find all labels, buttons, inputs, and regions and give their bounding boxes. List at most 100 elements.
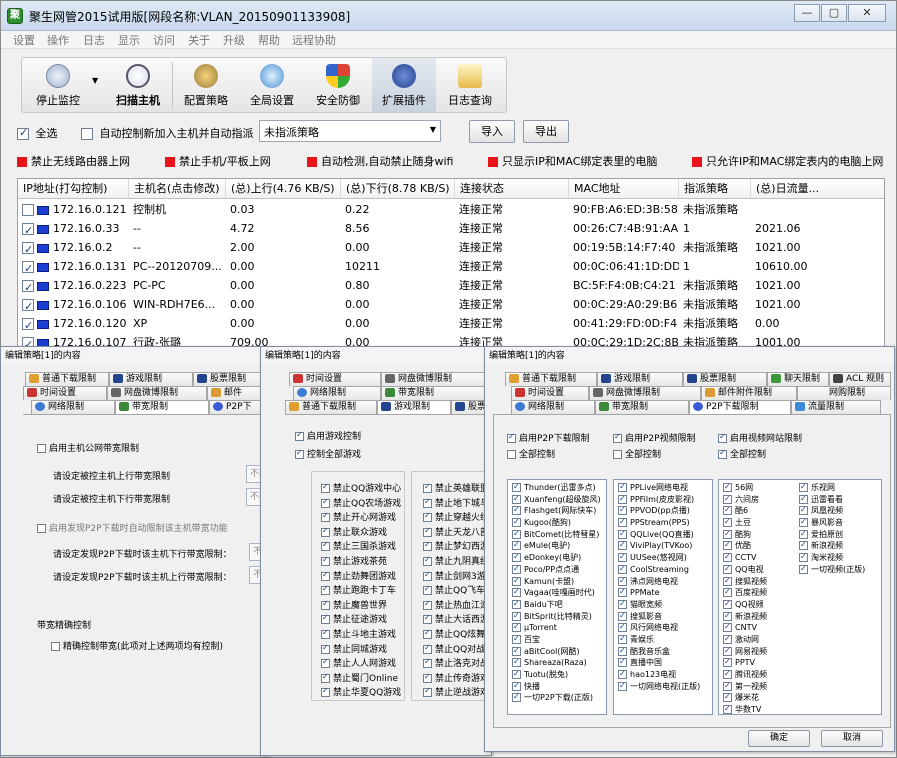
tab-bandwidth[interactable]: 带宽限制 [595, 400, 689, 414]
tab-netdisk[interactable]: 网盘微博限制 [381, 372, 491, 386]
p2p-video-item[interactable]: 猫眼宽频 [614, 599, 712, 611]
col-download[interactable]: (总)下行(8.78 KB/S) [341, 179, 455, 199]
row-checkbox[interactable] [22, 221, 34, 238]
enable-p2p-checkbox[interactable]: 启用P2P下载限制 [507, 431, 590, 444]
p2p-item[interactable]: eDonkey(电驴) [508, 552, 606, 564]
table-row[interactable]: 172.16.0.131 PC--20120709... 0.00 10211 连接正常… [18, 257, 884, 276]
policy-select[interactable]: 未指派策略 ▼ [259, 120, 441, 142]
dropdown-arrow-icon[interactable]: ▼ [92, 76, 98, 85]
game-checkbox[interactable]: 禁止天龙八部 [423, 525, 489, 538]
p2p-video-item[interactable]: PPLive网络电视 [614, 482, 712, 494]
video-site-listbox[interactable]: 56网六间房酷6土豆酷狗优酷CCTVQQ电视搜狐视频百度视频QQ视频新浪视频CN… [718, 479, 882, 715]
menu-access[interactable]: 访问 [153, 32, 175, 48]
global-settings-button[interactable]: 全局设置 [240, 58, 304, 112]
maximize-button[interactable]: ▢ [821, 4, 847, 22]
video-site-item[interactable]: 第一视频 [719, 681, 795, 693]
tab-p2p[interactable]: P2P下载限制 [689, 400, 791, 414]
log-query-button[interactable]: 日志查询 [438, 58, 502, 112]
game-checkbox[interactable]: 禁止QQ炫舞 [423, 627, 485, 640]
table-row[interactable]: 172.16.0.120 XP 0.00 0.00 连接正常 00:41:29:FD:0D… [18, 314, 884, 333]
p2p-video-item[interactable]: 青娱乐 [614, 634, 712, 646]
close-button[interactable]: ✕ [848, 4, 886, 22]
row-checkbox[interactable] [22, 297, 34, 314]
col-hostname[interactable]: 主机名(点击修改) [129, 179, 226, 199]
menu-display[interactable]: 显示 [118, 32, 140, 48]
col-mac[interactable]: MAC地址 [569, 179, 679, 199]
menu-operation[interactable]: 操作 [47, 32, 69, 48]
video-site-item[interactable]: 56网 [719, 482, 795, 494]
menu-log[interactable]: 日志 [83, 32, 105, 48]
tab-normal-download[interactable]: 普通下载限制 [25, 372, 109, 386]
menu-upgrade[interactable]: 升级 [223, 32, 245, 48]
p2p-video-listbox[interactable]: PPLive网络电视PPFilm(皮皮影视)PPVOD(pp点播)PPStrea… [613, 479, 713, 715]
video-site-item[interactable]: 腾讯视频 [719, 669, 795, 681]
game-checkbox[interactable]: 禁止游戏茶苑 [321, 554, 387, 567]
p2p-item[interactable]: 一切P2P下载(正版) [508, 692, 606, 704]
plugins-button[interactable]: 扩展插件 [372, 58, 436, 112]
video-site-item[interactable]: 优酷 [719, 540, 795, 552]
p2p-item[interactable]: μTorrent [508, 622, 606, 634]
game-checkbox[interactable]: 禁止联众游戏 [321, 525, 387, 538]
p2p-item[interactable]: aBitCool(网酷) [508, 646, 606, 658]
tab-acl[interactable]: ACL 规则 [829, 372, 891, 386]
p2p-video-item[interactable]: hao123电视 [614, 669, 712, 681]
p2p-enable-checkbox[interactable]: 启用发现P2P下载时自动限制该主机带宽功能 [37, 521, 228, 534]
video-site-item[interactable]: CCTV [719, 552, 795, 564]
p2p-item[interactable]: Poco/PP点点通 [508, 564, 606, 576]
tab-game[interactable]: 游戏限制 [109, 372, 193, 386]
video-site-item[interactable]: 一切视频(正版) [795, 564, 881, 576]
tab-time[interactable]: 时间设置 [23, 386, 107, 400]
game-checkbox[interactable]: 禁止剑网3游戏 [423, 569, 491, 582]
control-all-games-checkbox[interactable]: 控制全部游戏 [295, 447, 361, 460]
p2p-item[interactable]: 快播 [508, 681, 606, 693]
enable-game-checkbox[interactable]: 启用游戏控制 [295, 429, 361, 442]
table-row[interactable]: 172.16.0.33 -- 4.72 8.56 连接正常 00:26:C7:4B:91:… [18, 219, 884, 238]
config-policy-button[interactable]: 配置策略 [174, 58, 238, 112]
ok-button[interactable]: 确定 [748, 730, 810, 747]
game-checkbox[interactable]: 禁止华夏QQ游戏 [321, 685, 401, 698]
video-site-item[interactable]: 暴风影音 [795, 517, 881, 529]
video-site-item[interactable]: 爱拍原创 [795, 529, 881, 541]
auto-control-checkbox[interactable]: 自动控制新加入主机并自动指派 [81, 125, 254, 141]
game-checkbox[interactable]: 禁止传奇游戏 [423, 671, 489, 684]
video-site-item[interactable]: PPTV [719, 657, 795, 669]
p2p-video-item[interactable]: 一切网络电视(正版) [614, 681, 712, 693]
p2p-item[interactable]: Shareaza(Raza) [508, 657, 606, 669]
minimize-button[interactable]: — [794, 4, 820, 22]
enable-bandwidth-checkbox[interactable]: 启用主机公网带宽限制 [37, 441, 139, 454]
game-checkbox[interactable]: 禁止QQ游戏中心 [321, 481, 401, 494]
video-site-item[interactable]: 激动网 [719, 634, 795, 646]
all-video-site-checkbox[interactable]: 全部控制 [718, 447, 766, 460]
game-checkbox[interactable]: 禁止跑跑卡丁车 [321, 583, 396, 596]
video-site-item[interactable]: 凤凰视频 [795, 505, 881, 517]
p2p-item[interactable]: Tuotu(脱兔) [508, 669, 606, 681]
menu-about[interactable]: 关于 [188, 32, 210, 48]
game-checkbox[interactable]: 禁止同城游戏 [321, 642, 387, 655]
game-checkbox[interactable]: 禁止地下城与 [423, 496, 489, 509]
video-site-item[interactable]: 新浪视频 [719, 611, 795, 623]
tab-bandwidth[interactable]: 带宽限制 [115, 400, 209, 414]
video-site-item[interactable]: QQ视频 [719, 599, 795, 611]
game-checkbox[interactable]: 禁止QQ农场游戏 [321, 496, 401, 509]
export-button[interactable]: 导出 [523, 120, 569, 143]
game-checkbox[interactable]: 禁止开心网游戏 [321, 510, 396, 523]
game-checkbox[interactable]: 禁止蜀门Online [321, 671, 398, 684]
tab-netdisk[interactable]: 网盘微博限制 [589, 386, 701, 400]
security-button[interactable]: 安全防御 [306, 58, 370, 112]
video-site-item[interactable]: QQ电视 [719, 564, 795, 576]
p2p-item[interactable]: BitComet(比特彗星) [508, 529, 606, 541]
p2p-item[interactable]: Vagaa(哇嘎画时代) [508, 587, 606, 599]
col-status[interactable]: 连接状态 [455, 179, 569, 199]
game-checkbox[interactable]: 禁止穿越火线 [423, 510, 489, 523]
p2p-video-item[interactable]: QQLive(QQ直播) [614, 529, 712, 541]
p2p-item[interactable]: 百宝 [508, 634, 606, 646]
table-row[interactable]: 172.16.0.223 PC-PC 0.00 0.80 连接正常 BC:5F:F4:0B… [18, 276, 884, 295]
all-p2p-checkbox[interactable]: 全部控制 [507, 447, 555, 460]
p2p-video-item[interactable]: CoolStreaming [614, 564, 712, 576]
p2p-video-item[interactable]: PPMate [614, 587, 712, 599]
row-checkbox[interactable] [22, 316, 34, 333]
table-row[interactable]: 172.16.0.2 -- 2.00 0.00 连接正常 00:19:5B:14:F7:4… [18, 238, 884, 257]
p2p-item[interactable]: Xuanfeng(超级旋风) [508, 494, 606, 506]
p2p-video-item[interactable]: 直播中国 [614, 657, 712, 669]
video-site-item[interactable]: 酷6 [719, 505, 795, 517]
